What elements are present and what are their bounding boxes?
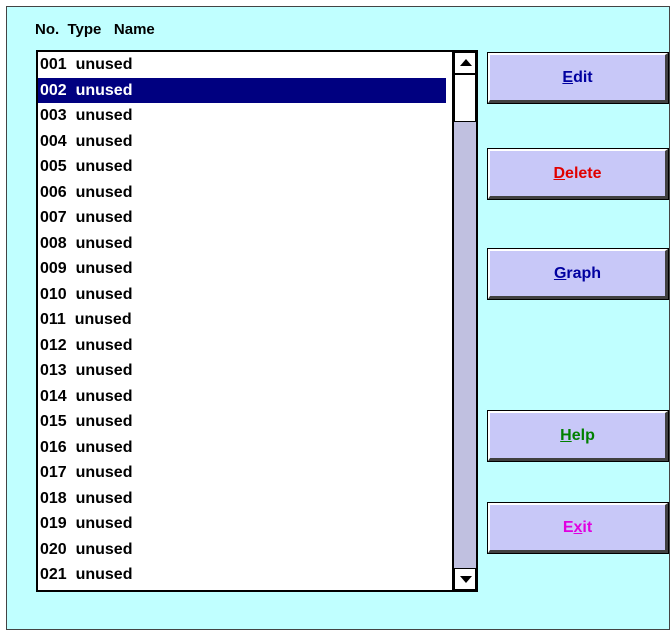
scroll-thumb[interactable]	[454, 74, 476, 122]
scroll-up-button[interactable]	[454, 52, 476, 74]
exit-button[interactable]: Ex it	[487, 502, 669, 554]
list-item[interactable]: 021 unused	[38, 562, 446, 588]
list-item[interactable]: 006 unused	[38, 180, 446, 206]
list-item[interactable]: 010 unused	[38, 282, 446, 308]
arrow-up-icon	[460, 59, 472, 66]
delete-label-rest: elete	[565, 164, 602, 182]
delete-button[interactable]: Delete	[487, 148, 669, 200]
column-header: No. Type Name	[35, 21, 155, 38]
graph-label-rest: raph	[566, 264, 602, 282]
exit-label-pre: E	[562, 518, 574, 536]
edit-label-rest: dit	[573, 68, 593, 86]
vertical-scrollbar[interactable]	[452, 52, 476, 590]
list-item[interactable]: 019 unused	[38, 511, 446, 537]
list-item[interactable]: 011 unused	[38, 307, 446, 333]
graph-mnemonic: G	[553, 264, 567, 282]
arrow-down-icon	[460, 576, 472, 583]
help-mnemonic: H	[560, 426, 572, 444]
exit-mnemonic: x	[573, 518, 583, 536]
exit-label-rest: it	[582, 518, 593, 536]
delete-mnemonic: D	[553, 164, 566, 182]
channel-list[interactable]: 001 unused 002 unused 003 unused 004 unused…	[38, 52, 446, 590]
list-item[interactable]: 004 unused	[38, 129, 446, 155]
list-item[interactable]: 001 unused	[38, 52, 446, 78]
list-item[interactable]: 008 unused	[38, 231, 446, 257]
list-item[interactable]: 018 unused	[38, 486, 446, 512]
list-item[interactable]: 014 unused	[38, 384, 446, 410]
list-item[interactable]: 007 unused	[38, 205, 446, 231]
list-item[interactable]: 020 unused	[38, 537, 446, 563]
list-item[interactable]: 012 unused	[38, 333, 446, 359]
list-item[interactable]: 015 unused	[38, 409, 446, 435]
list-item[interactable]: 013 unused	[38, 358, 446, 384]
list-item[interactable]: 005 unused	[38, 154, 446, 180]
list-item[interactable]: 003 unused	[38, 103, 446, 129]
edit-mnemonic: E	[562, 68, 574, 86]
channel-listbox[interactable]: 001 unused 002 unused 003 unused 004 unused…	[36, 50, 478, 592]
help-button[interactable]: Help	[487, 410, 669, 462]
list-item[interactable]: 016 unused	[38, 435, 446, 461]
list-item[interactable]: 009 unused	[38, 256, 446, 282]
list-item[interactable]: 017 unused	[38, 460, 446, 486]
dialog-window: No. Type Name 001 unused 002 unused 003 un…	[6, 6, 670, 630]
graph-button[interactable]: Graph	[487, 248, 669, 300]
help-label-rest: elp	[571, 426, 595, 444]
scroll-down-button[interactable]	[454, 568, 476, 590]
edit-button[interactable]: Edit	[487, 52, 669, 104]
list-item[interactable]: 002 unused	[38, 77, 446, 103]
